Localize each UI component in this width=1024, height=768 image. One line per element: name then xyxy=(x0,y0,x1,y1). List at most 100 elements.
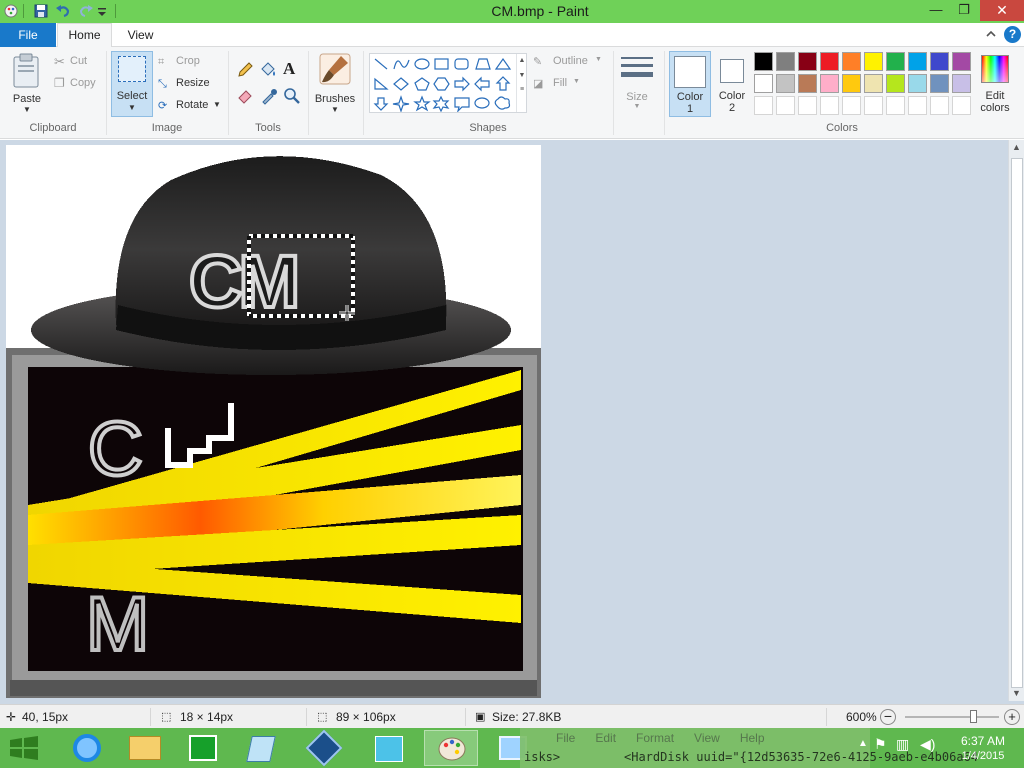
color-picker-icon[interactable] xyxy=(260,87,278,105)
empty-color-swatch[interactable] xyxy=(798,96,817,115)
zoom-in-button[interactable]: + xyxy=(1004,709,1020,725)
taskbar-virtualbox[interactable] xyxy=(296,729,350,767)
curve-shape-icon[interactable] xyxy=(393,59,410,70)
taskbar-ie[interactable] xyxy=(60,730,114,766)
taskbar-app-cube[interactable] xyxy=(362,730,416,766)
zoom-slider[interactable] xyxy=(905,716,999,718)
color2-button[interactable]: Color 2 xyxy=(714,51,750,117)
five-point-star-shape-icon[interactable] xyxy=(413,95,431,112)
color-swatch[interactable] xyxy=(864,52,883,71)
empty-color-swatch[interactable] xyxy=(776,96,795,115)
tray-clock[interactable]: 6:37 AM 1/4/2015 xyxy=(944,730,1022,766)
tab-file[interactable]: File xyxy=(0,23,56,47)
restore-button[interactable]: ❐ xyxy=(950,0,978,21)
shapes-gallery[interactable]: ▲ ▼ ≡ xyxy=(369,53,527,113)
zoom-slider-thumb[interactable] xyxy=(969,710,977,723)
rotate-button[interactable]: ⟳ Rotate ▼ xyxy=(158,98,224,114)
scroll-thumb[interactable] xyxy=(1011,158,1023,688)
right-arrow-shape-icon[interactable] xyxy=(454,76,470,92)
color-swatch[interactable] xyxy=(886,74,905,93)
rectangle-shape-icon[interactable] xyxy=(434,58,449,70)
fill-bucket-icon[interactable] xyxy=(258,60,278,80)
outline-button[interactable]: ✎ Outline ▼ xyxy=(533,54,605,70)
color-swatch[interactable] xyxy=(952,52,971,71)
minimize-button[interactable]: — xyxy=(922,0,950,21)
color-swatch[interactable] xyxy=(908,74,927,93)
tab-home[interactable]: Home xyxy=(57,23,112,48)
scroll-down-icon[interactable]: ▼ xyxy=(1012,688,1021,698)
action-center-flag-icon[interactable]: ⚑ xyxy=(874,736,887,753)
scroll-up-icon[interactable]: ▲ xyxy=(517,57,527,64)
start-button[interactable] xyxy=(4,732,44,764)
pentagon-shape-icon[interactable] xyxy=(414,77,430,91)
four-point-star-shape-icon[interactable] xyxy=(392,95,410,112)
zoom-out-button[interactable]: − xyxy=(880,709,896,725)
cut-button[interactable]: ✂ Cut xyxy=(54,54,104,70)
more-shapes-icon[interactable]: ≡ xyxy=(517,86,527,93)
line-shape-icon[interactable] xyxy=(374,58,388,70)
oval-shape-icon[interactable] xyxy=(414,58,430,70)
cloud-callout-shape-icon[interactable] xyxy=(494,96,511,110)
taskbar-explorer[interactable] xyxy=(118,730,172,766)
color1-button[interactable]: Color 1 xyxy=(669,51,711,117)
six-point-star-shape-icon[interactable] xyxy=(432,95,450,112)
triangle-shape-icon[interactable] xyxy=(494,57,512,70)
volume-icon[interactable]: ◀) xyxy=(920,736,935,753)
magnifier-icon[interactable] xyxy=(283,87,301,105)
crop-button[interactable]: ⌗ Crop xyxy=(158,54,218,70)
select-button[interactable]: Select ▼ xyxy=(111,51,153,117)
scroll-down-icon[interactable]: ▼ xyxy=(517,72,527,79)
empty-color-swatch[interactable] xyxy=(842,96,861,115)
up-arrow-shape-icon[interactable] xyxy=(495,76,511,91)
color-swatch[interactable] xyxy=(952,74,971,93)
shapes-scroll[interactable]: ▲ ▼ ≡ xyxy=(516,54,527,112)
collapse-ribbon-icon[interactable] xyxy=(985,28,997,40)
close-button[interactable]: ✕ xyxy=(980,0,1024,21)
empty-color-swatch[interactable] xyxy=(930,96,949,115)
oval-callout-shape-icon[interactable] xyxy=(474,97,490,109)
empty-color-swatch[interactable] xyxy=(864,96,883,115)
hexagon-shape-icon[interactable] xyxy=(433,77,450,91)
color-swatch[interactable] xyxy=(776,52,795,71)
polygon-shape-icon[interactable] xyxy=(475,58,491,70)
rect-callout-shape-icon[interactable] xyxy=(454,97,470,112)
color-swatch[interactable] xyxy=(798,52,817,71)
color-swatch[interactable] xyxy=(820,74,839,93)
color-swatch[interactable] xyxy=(864,74,883,93)
scroll-up-icon[interactable]: ▲ xyxy=(1012,142,1021,152)
down-arrow-shape-icon[interactable] xyxy=(373,97,389,111)
empty-color-swatch[interactable] xyxy=(886,96,905,115)
color-swatch[interactable] xyxy=(798,74,817,93)
tab-view[interactable]: View xyxy=(118,23,163,47)
empty-color-swatch[interactable] xyxy=(754,96,773,115)
eraser-icon[interactable] xyxy=(236,87,254,105)
pencil-icon[interactable] xyxy=(236,61,254,79)
vertical-scrollbar[interactable]: ▲ ▼ xyxy=(1008,140,1024,701)
size-button[interactable]: Size ▼ xyxy=(618,53,656,113)
color-swatch[interactable] xyxy=(930,52,949,71)
color-swatch[interactable] xyxy=(930,74,949,93)
taskbar-store[interactable] xyxy=(176,730,230,766)
color-swatch[interactable] xyxy=(820,52,839,71)
color-swatch[interactable] xyxy=(908,52,927,71)
paste-button[interactable]: Paste ▼ xyxy=(6,51,48,115)
color-swatch[interactable] xyxy=(776,74,795,93)
edit-colors-button[interactable]: Edit colors xyxy=(976,51,1016,117)
color-swatch[interactable] xyxy=(754,52,773,71)
fill-button[interactable]: ◪ Fill ▼ xyxy=(533,76,605,92)
taskbar-paint[interactable] xyxy=(424,730,478,766)
network-icon[interactable]: ▥ xyxy=(896,736,909,753)
text-tool-icon[interactable]: A xyxy=(283,59,295,79)
taskbar-notepad[interactable] xyxy=(234,730,288,766)
color-swatch[interactable] xyxy=(842,74,861,93)
left-arrow-shape-icon[interactable] xyxy=(474,76,490,92)
resize-button[interactable]: ⤡ Resize xyxy=(158,76,218,92)
color-swatch[interactable] xyxy=(842,52,861,71)
empty-color-swatch[interactable] xyxy=(952,96,971,115)
empty-color-swatch[interactable] xyxy=(908,96,927,115)
brushes-button[interactable]: Brushes ▼ xyxy=(313,51,357,115)
image-canvas[interactable]: CM C M xyxy=(6,145,541,698)
copy-button[interactable]: ❐ Copy xyxy=(54,76,104,92)
right-triangle-shape-icon[interactable] xyxy=(374,77,389,90)
tray-expand-icon[interactable]: ▲ xyxy=(858,738,868,749)
